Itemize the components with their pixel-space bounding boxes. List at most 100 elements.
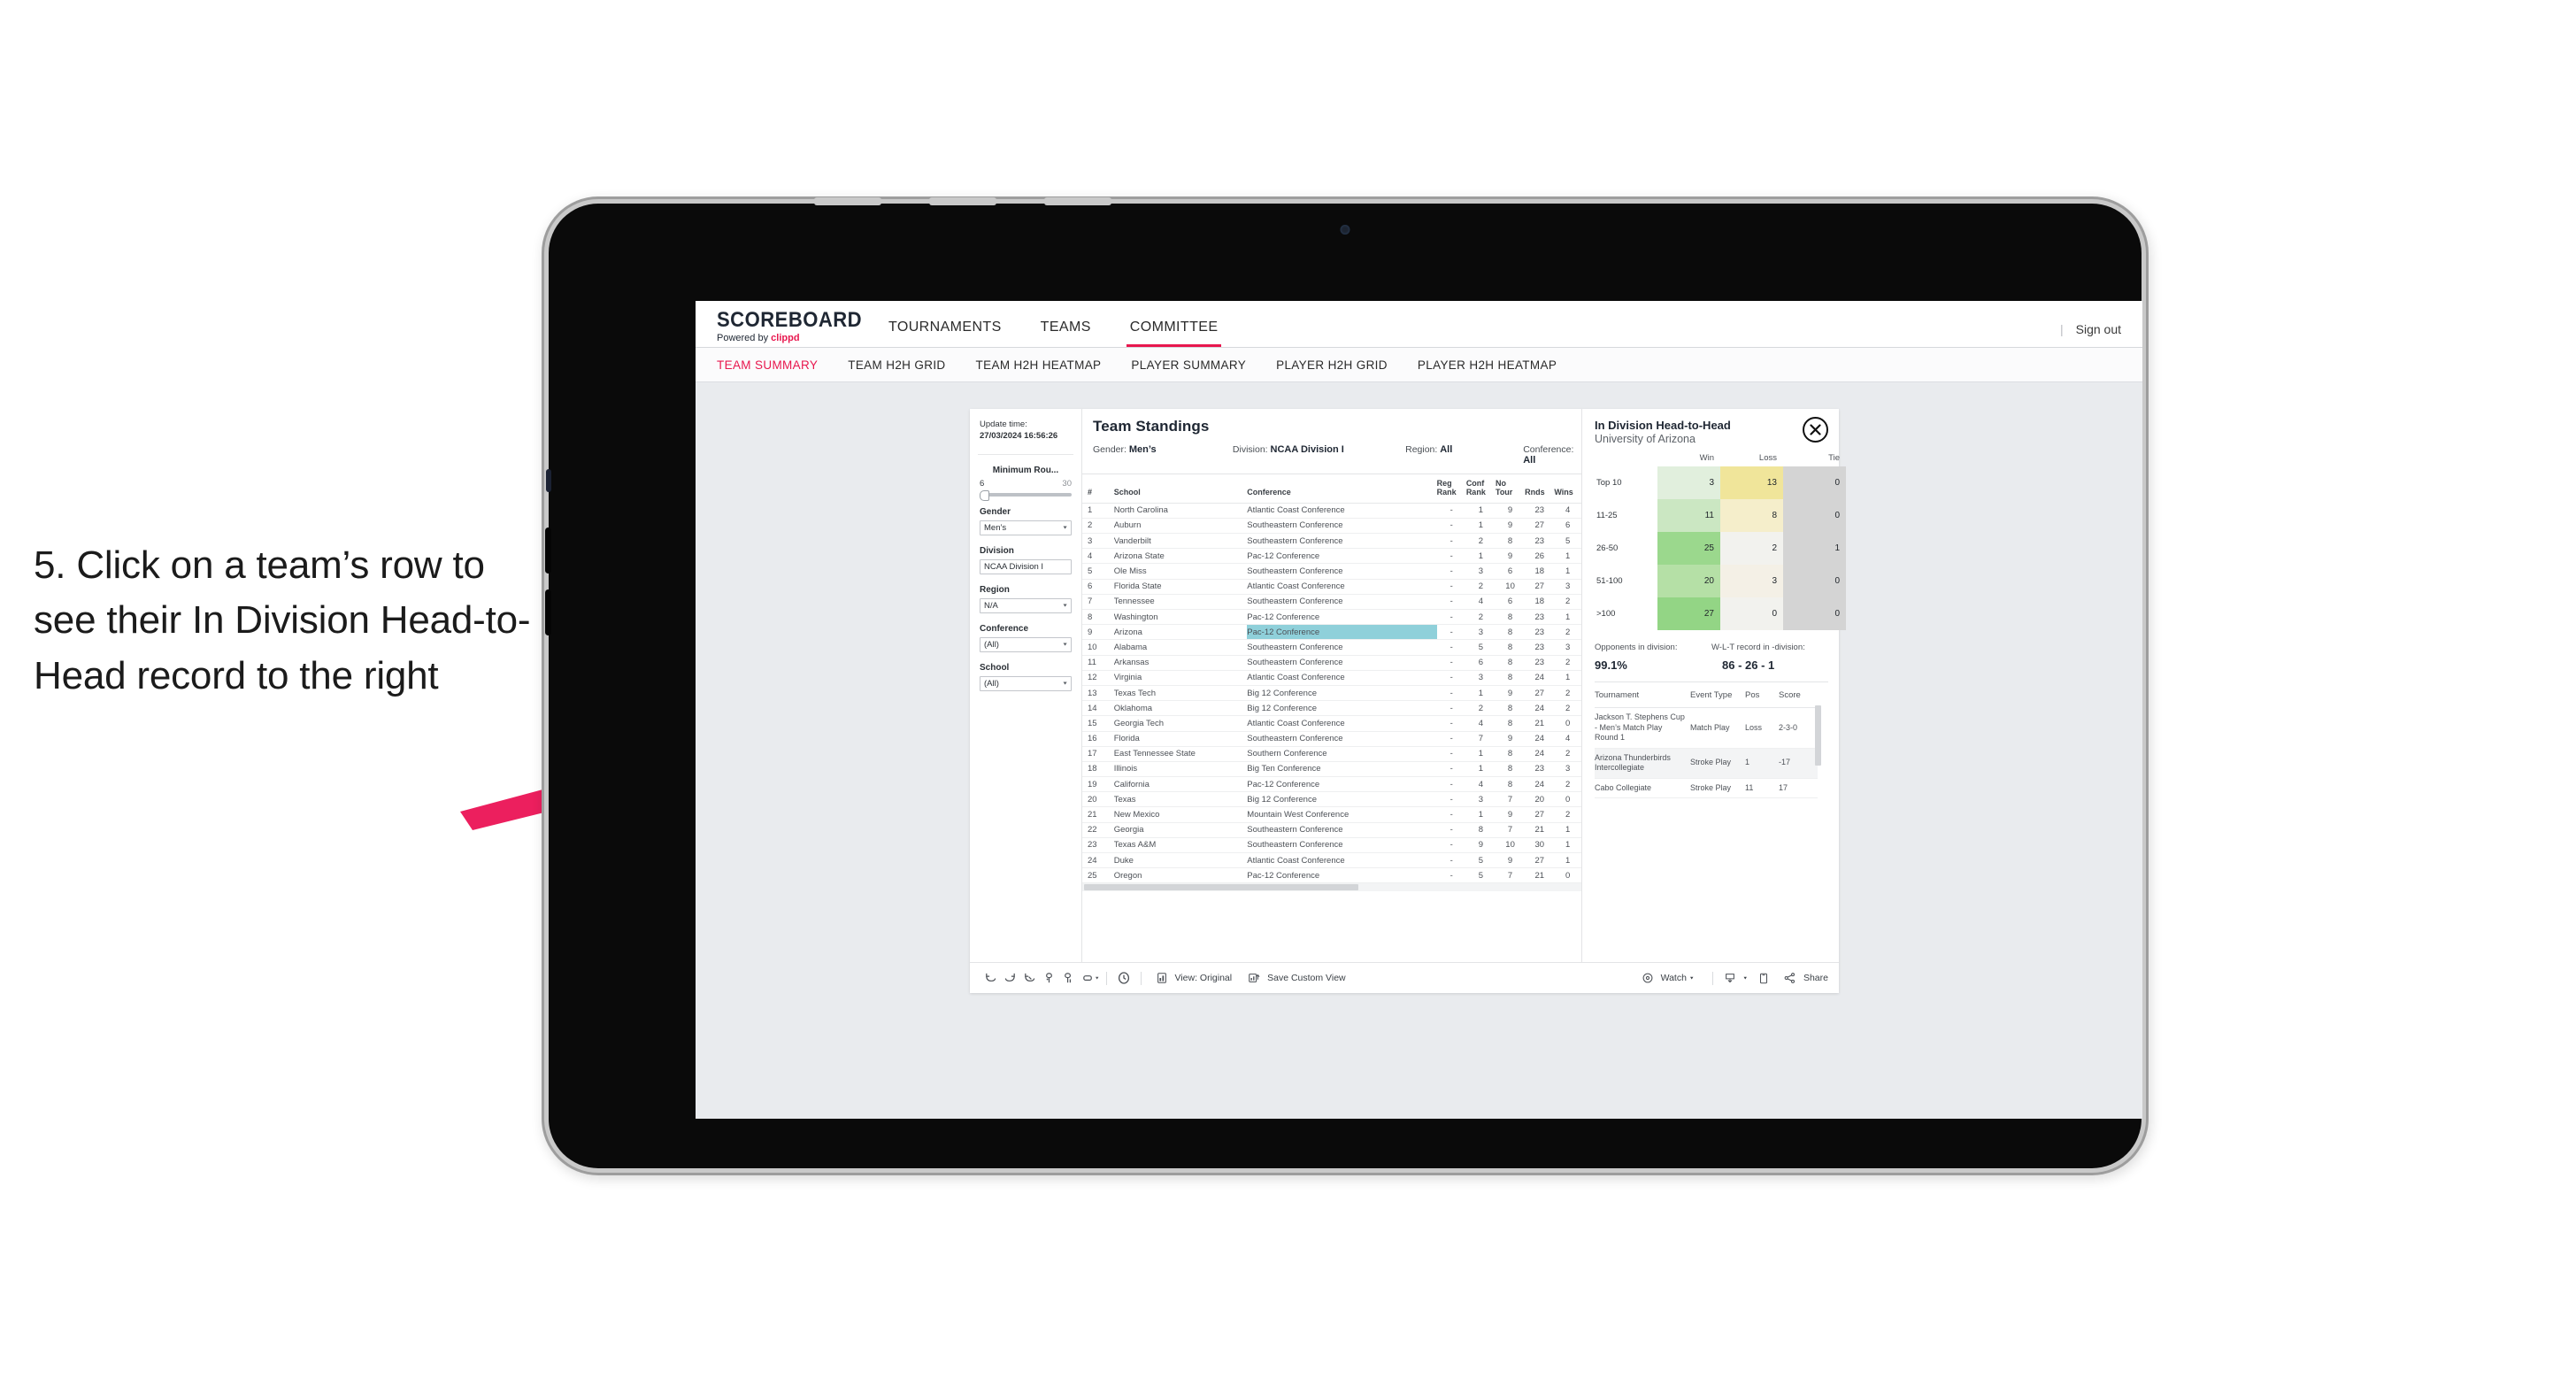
cell-score: -17 [1779, 748, 1818, 779]
col-pos[interactable]: Pos [1745, 682, 1779, 708]
cell-conf-rank: 6 [1465, 655, 1496, 671]
cell-school: Arizona [1113, 624, 1248, 641]
scrollbar-thumb[interactable] [1084, 884, 1358, 891]
download-button[interactable]: ▾ [1720, 968, 1747, 988]
table-row[interactable]: 1 North Carolina Atlantic Coast Conference… [1082, 503, 1581, 519]
table-row[interactable]: 10 Alabama Southeastern Conference -5 8 23 3 [1082, 639, 1581, 656]
device-volume-down-button[interactable] [545, 589, 551, 635]
chevron-down-icon: ▼ [1062, 681, 1068, 686]
table-row[interactable]: 21 New Mexico Mountain West Conference -1 9 2… [1082, 806, 1581, 823]
table-row[interactable]: 11 Arkansas Southeastern Conference -6 8 23 2 [1082, 655, 1581, 671]
col-conference[interactable]: Conference [1247, 474, 1437, 504]
redo-icon[interactable] [1000, 968, 1019, 988]
table-row[interactable]: 2 Auburn Southeastern Conference -1 9 27 6 [1082, 518, 1581, 535]
history-icon[interactable] [1114, 968, 1134, 988]
subtab-team-h2h-grid[interactable]: TEAM H2H GRID [848, 358, 945, 372]
cell-reg-rank: - [1436, 624, 1466, 641]
table-row[interactable]: 8 Washington Pac-12 Conference -2 8 23 1 [1082, 609, 1581, 626]
pause-icon[interactable] [1058, 968, 1078, 988]
col-wins[interactable]: Wins [1554, 474, 1581, 504]
col-tournament[interactable]: Tournament [1595, 682, 1690, 708]
col-school[interactable]: School [1113, 474, 1248, 504]
cell-wins: 2 [1554, 776, 1581, 793]
table-horizontal-scrollbar[interactable] [1082, 883, 1581, 892]
sign-out-link[interactable]: Sign out [2076, 322, 2121, 336]
table-row[interactable]: 18 Illinois Big Ten Conference -1 8 23 3 [1082, 761, 1581, 778]
col-event-type[interactable]: Event Type [1690, 682, 1745, 708]
view-original-button[interactable]: View: Original [1152, 968, 1232, 988]
table-row[interactable]: 15 Georgia Tech Atlantic Coast Conference -… [1082, 715, 1581, 732]
table-row[interactable]: 22 Georgia Southeastern Conference -8 7 21 1 [1082, 822, 1581, 838]
table-row[interactable]: 4 Arizona State Pac-12 Conference -1 9 26 1 [1082, 548, 1581, 565]
nav-teams[interactable]: TEAMS [1021, 320, 1111, 347]
table-row[interactable]: 13 Texas Tech Big 12 Conference -1 9 27 2 [1082, 685, 1581, 702]
subtab-team-summary[interactable]: TEAM SUMMARY [717, 358, 818, 372]
cell-wins: 0 [1554, 867, 1581, 884]
table-row[interactable]: 23 Texas A&M Southeastern Conference -9 10 30… [1082, 837, 1581, 854]
table-row[interactable]: 19 California Pac-12 Conference -4 8 24 2 [1082, 776, 1581, 793]
subtab-player-h2h-heatmap[interactable]: PLAYER H2H HEATMAP [1418, 358, 1557, 372]
table-row[interactable]: 17 East Tennessee State Southern Conferenc… [1082, 746, 1581, 762]
undo-icon[interactable] [980, 968, 1000, 988]
refresh-icon[interactable] [1039, 968, 1058, 988]
device-power-button[interactable] [546, 469, 551, 492]
cell-school: East Tennessee State [1113, 746, 1248, 762]
table-row[interactable]: 12 Virginia Atlantic Coast Conference -3 8 24… [1082, 670, 1581, 686]
cell-no-tour: 9 [1495, 806, 1526, 823]
cell-conference: Atlantic Coast Conference [1247, 715, 1437, 732]
conference-select[interactable]: (All) ▼ [980, 636, 1072, 652]
subtab-player-summary[interactable]: PLAYER SUMMARY [1131, 358, 1246, 372]
close-icon[interactable] [1803, 417, 1828, 443]
device-layout-icon[interactable] [1754, 968, 1773, 988]
table-row[interactable]: 5 Ole Miss Southeastern Conference -3 6 18 1 [1082, 563, 1581, 580]
min-rounds-slider-handle[interactable] [980, 489, 989, 501]
col-conf-rank[interactable]: Conf Rank [1465, 474, 1496, 504]
h2h-cell-loss: 3 [1720, 565, 1783, 597]
annotate-caret-icon[interactable]: ▾ [1096, 975, 1099, 982]
annotate-icon[interactable] [1078, 968, 1097, 988]
table-row[interactable]: 9 Arizona Pac-12 Conference -3 8 23 2 [1082, 624, 1581, 641]
cell-school: Texas Tech [1113, 685, 1248, 702]
save-custom-view-button[interactable]: Save Custom View [1244, 968, 1346, 988]
table-row[interactable]: 7 Tennessee Southeastern Conference -4 6 18 2 [1082, 594, 1581, 611]
tournaments-scrollbar[interactable] [1815, 705, 1821, 766]
h2h-cell-tie: 1 [1783, 532, 1846, 565]
gender-select[interactable]: Men’s ▼ [980, 520, 1072, 535]
tournament-row[interactable]: Cabo Collegiate Stroke Play 11 17 [1595, 778, 1818, 799]
watch-button[interactable]: Watch ▾ [1638, 968, 1693, 988]
table-row[interactable]: 14 Oklahoma Big 12 Conference -2 8 24 2 [1082, 700, 1581, 717]
col-no-tour[interactable]: No Tour [1495, 474, 1526, 504]
cell-wins: 4 [1554, 731, 1581, 747]
school-select[interactable]: (All) ▼ [980, 675, 1072, 691]
subtab-team-h2h-heatmap[interactable]: TEAM H2H HEATMAP [976, 358, 1102, 372]
table-row[interactable]: 20 Texas Big 12 Conference -3 7 20 0 [1082, 791, 1581, 808]
share-button[interactable]: Share [1780, 968, 1828, 988]
cell-conference: Southeastern Conference [1247, 563, 1437, 580]
revert-icon[interactable] [1019, 968, 1039, 988]
tournament-row[interactable]: Arizona Thunderbirds Intercollegiate Stro… [1595, 748, 1818, 779]
cell-rnds: 24 [1525, 746, 1555, 762]
cell-rnds: 27 [1525, 852, 1555, 869]
table-row[interactable]: 3 Vanderbilt Southeastern Conference -2 8 23 5 [1082, 533, 1581, 550]
nav-committee[interactable]: COMMITTEE [1111, 320, 1238, 347]
stat-value: 86 - 26 - 1 [1722, 658, 1775, 672]
col-rnds[interactable]: Rnds [1525, 474, 1555, 504]
col-score[interactable]: Score [1779, 682, 1818, 708]
region-select[interactable]: N/A ▼ [980, 597, 1072, 613]
division-select[interactable]: NCAA Division I [980, 558, 1072, 574]
cell-reg-rank: - [1436, 533, 1466, 550]
table-row[interactable]: 25 Oregon Pac-12 Conference -5 7 21 0 [1082, 867, 1581, 884]
cell-conference: Mountain West Conference [1247, 806, 1437, 823]
brand-logo[interactable]: SCOREBOARD Powered by clippd [696, 310, 869, 347]
subtab-player-h2h-grid[interactable]: PLAYER H2H GRID [1276, 358, 1388, 372]
col-rank[interactable]: # [1082, 474, 1114, 504]
device-volume-up-button[interactable] [545, 527, 551, 574]
tournament-row[interactable]: Jackson T. Stephens Cup - Men’s Match Pl… [1595, 707, 1818, 749]
nav-tournaments[interactable]: TOURNAMENTS [869, 320, 1021, 347]
page-title: Team Standings [1093, 418, 1210, 435]
col-reg-rank[interactable]: Reg Rank [1436, 474, 1466, 504]
table-row[interactable]: 16 Florida Southeastern Conference -7 9 24 4 [1082, 731, 1581, 747]
table-row[interactable]: 24 Duke Atlantic Coast Conference -5 9 27 1 [1082, 852, 1581, 869]
min-rounds-slider[interactable] [980, 489, 1072, 501]
table-row[interactable]: 6 Florida State Atlantic Coast Conference -… [1082, 579, 1581, 595]
